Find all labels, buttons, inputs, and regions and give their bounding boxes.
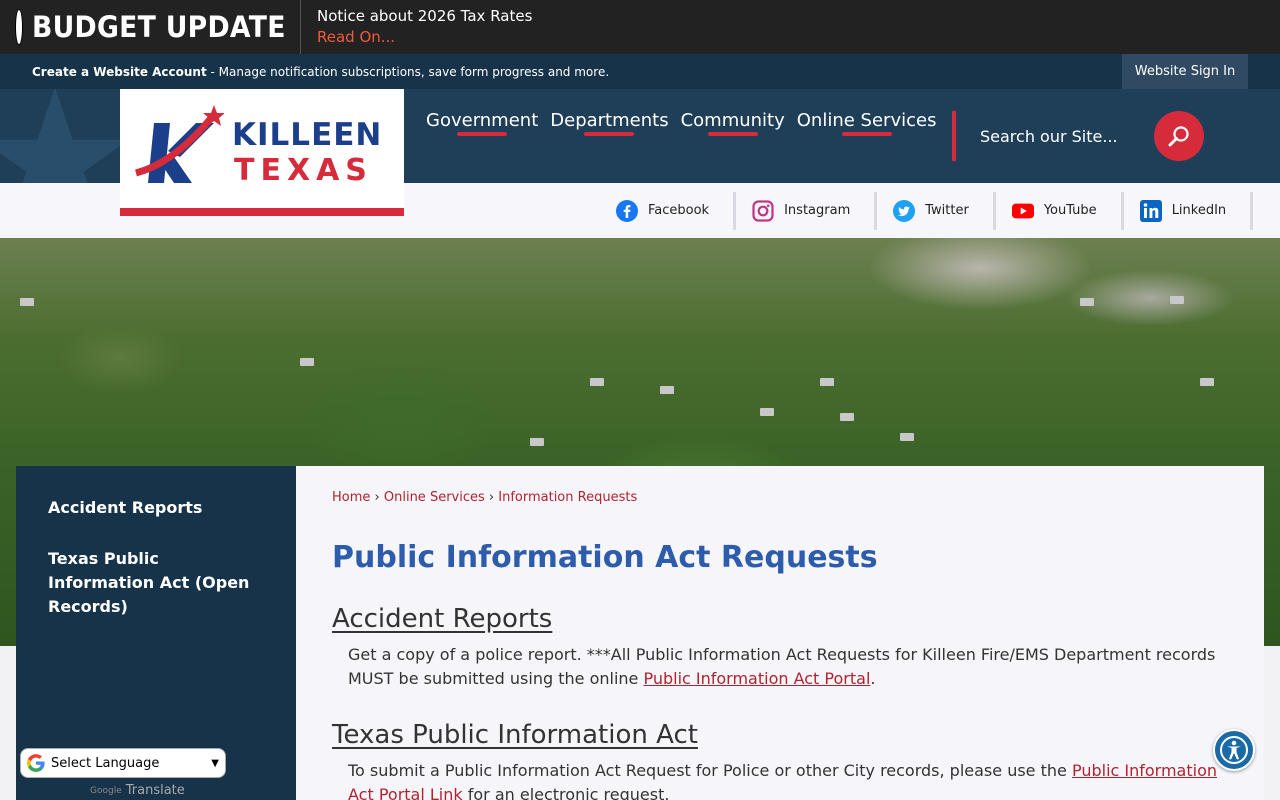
social-label: YouTube: [1043, 203, 1097, 218]
nav-label: Government: [426, 109, 539, 131]
breadcrumb-home[interactable]: Home: [332, 490, 370, 505]
hero-house: [1170, 296, 1184, 304]
main-content: Home › Online Services › Information Req…: [296, 466, 1264, 800]
killeen-texas-logo[interactable]: KILLEEN TEXAS: [120, 89, 404, 216]
sidebar-item-texas-public-information-act[interactable]: Texas Public Information Act (Open Recor…: [48, 547, 258, 619]
social-facebook[interactable]: Facebook: [600, 191, 737, 230]
alert-bar: BUDGET UPDATE Notice about 2026 Tax Rate…: [0, 0, 1280, 54]
hero-house: [20, 298, 34, 306]
powered-by-google: Google Translate: [90, 783, 185, 798]
alert-banner[interactable]: BUDGET UPDATE: [0, 0, 301, 54]
sidebar-item-accident-reports[interactable]: Accident Reports: [48, 496, 258, 520]
logo-text-killeen: KILLEEN: [232, 117, 383, 153]
hero-house: [530, 438, 544, 446]
alert-notice: Notice about 2026 Tax Rates: [317, 7, 533, 25]
breadcrumb-separator: ›: [488, 490, 495, 505]
star-decoration-icon: [0, 89, 129, 183]
breadcrumb-information-requests[interactable]: Information Requests: [498, 490, 637, 505]
section-text: for an electronic request.: [462, 785, 670, 800]
social-links: Facebook Instagram Twitter YouTube Linke…: [600, 183, 1254, 238]
alert-icon: [16, 10, 22, 44]
accessibility-button[interactable]: [1213, 729, 1255, 771]
site-search-input[interactable]: [972, 116, 1142, 156]
breadcrumb: Home › Online Services › Information Req…: [332, 490, 637, 505]
youtube-icon: [1011, 200, 1034, 222]
translate-label: Translate: [125, 783, 185, 798]
section-text: .: [870, 669, 876, 688]
hero-house: [660, 386, 674, 394]
social-label: LinkedIn: [1171, 203, 1227, 218]
hero-house: [840, 413, 854, 421]
alert-content: Notice about 2026 Tax Rates Read On...: [301, 6, 532, 48]
nav-online-services[interactable]: Online Services: [791, 73, 943, 167]
social-twitter[interactable]: Twitter: [877, 191, 996, 230]
hero-house: [300, 358, 314, 366]
section-text-accident-reports: Get a copy of a police report. ***All Pu…: [348, 643, 1238, 691]
nav-government[interactable]: Government: [420, 73, 544, 167]
google-label: Google: [90, 785, 122, 796]
social-label: Twitter: [925, 203, 969, 218]
language-select-label: Select Language: [51, 755, 160, 771]
killeen-k-star-icon: [135, 105, 224, 183]
language-select[interactable]: Select Language ▼: [20, 748, 226, 778]
breadcrumb-separator: ›: [374, 490, 380, 505]
section-title-texas-public-information-act[interactable]: Texas Public Information Act: [332, 720, 698, 750]
linkedin-icon: [1139, 199, 1162, 222]
alert-read-on-link[interactable]: Read On...: [317, 27, 532, 48]
hero-house: [760, 408, 774, 416]
nav-underline: [584, 132, 635, 136]
twitter-icon: [893, 199, 916, 222]
social-label: Instagram: [784, 203, 851, 218]
instagram-icon: [752, 199, 774, 222]
hero-house: [590, 378, 604, 386]
logo-text-texas: TEXAS: [234, 153, 373, 188]
nav-label: Community: [680, 109, 785, 131]
section-title-accident-reports[interactable]: Accident Reports: [332, 604, 552, 634]
chevron-down-icon: ▼: [211, 758, 219, 769]
search-divider: [952, 111, 956, 161]
nav-community[interactable]: Community: [675, 73, 791, 167]
search-button[interactable]: [1154, 111, 1204, 161]
section-text: To submit a Public Information Act Reque…: [348, 761, 1072, 780]
hero-house: [1200, 378, 1214, 386]
hero-house: [820, 378, 834, 386]
search-icon: [1168, 126, 1189, 147]
accessibility-icon: [1220, 736, 1248, 764]
nav-departments[interactable]: Departments: [544, 73, 674, 167]
breadcrumb-online-services[interactable]: Online Services: [384, 490, 485, 505]
website-sign-in-button[interactable]: Website Sign In: [1122, 54, 1248, 89]
page-title: Public Information Act Requests: [332, 540, 878, 575]
facebook-icon: [616, 199, 638, 222]
social-label: Facebook: [648, 203, 710, 218]
google-g-icon: [27, 754, 45, 772]
hero-house: [1080, 298, 1094, 306]
nav-underline: [841, 132, 892, 136]
alert-title: BUDGET UPDATE: [32, 10, 286, 44]
nav-underline: [707, 132, 758, 136]
nav-underline: [457, 132, 508, 136]
main-navigation: Government Departments Community Online …: [420, 89, 942, 183]
nav-label: Departments: [550, 109, 669, 131]
social-instagram[interactable]: Instagram: [736, 191, 878, 230]
social-youtube[interactable]: YouTube: [996, 191, 1124, 230]
section-text-texas-public-information-act: To submit a Public Information Act Reque…: [348, 759, 1238, 800]
nav-label: Online Services: [796, 109, 937, 131]
social-linkedin[interactable]: LinkedIn: [1124, 191, 1254, 230]
public-information-act-portal-link[interactable]: Public Information Act Portal: [643, 669, 870, 688]
create-account-link[interactable]: Create a Website Account: [32, 65, 207, 79]
hero-house: [900, 433, 914, 441]
